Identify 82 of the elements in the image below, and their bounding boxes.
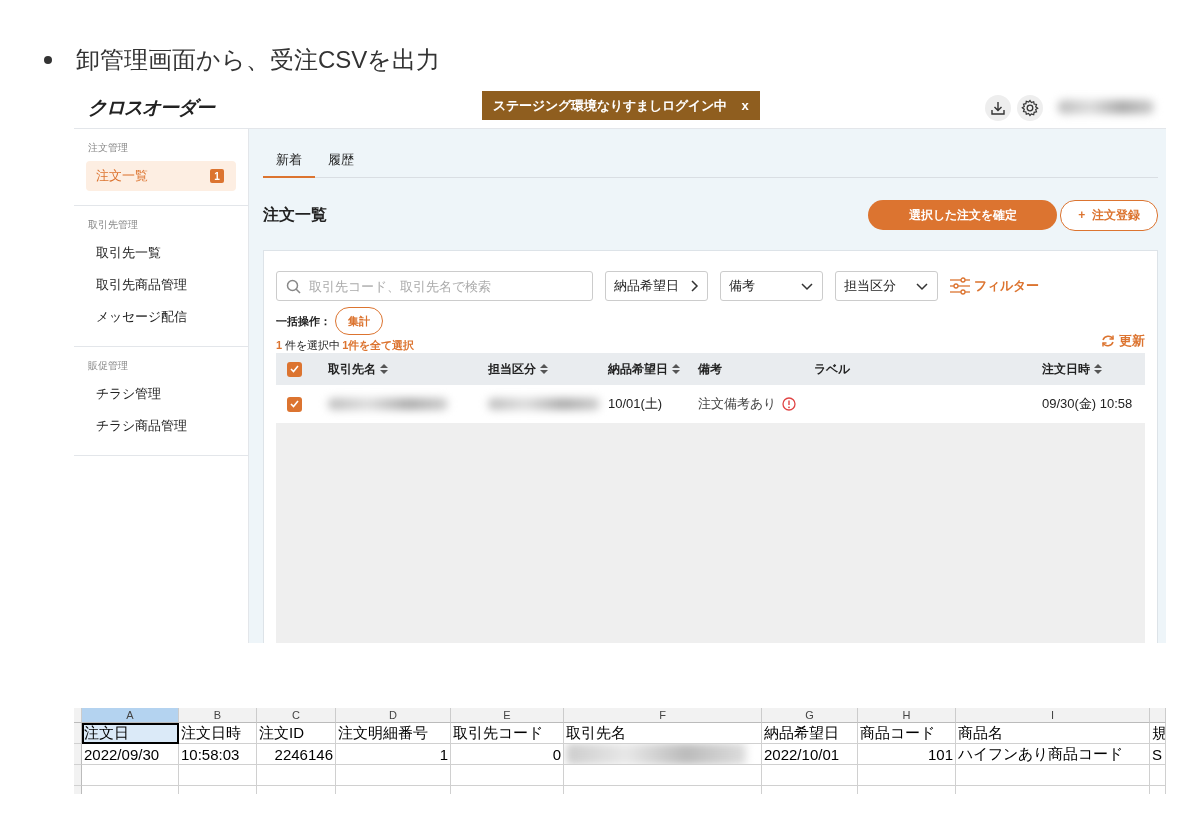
spreadsheet-cell: 商品名 [956,723,1150,744]
sheet-corner[interactable] [74,708,82,723]
sidebar-item-label: メッセージ配信 [96,308,187,326]
column-letter[interactable]: H [858,708,956,723]
column-letter[interactable]: G [762,708,858,723]
sidebar-item-label: 取引先一覧 [96,244,161,262]
spreadsheet-cell: 2246146 [257,744,336,765]
alert-icon [782,397,796,411]
check-icon [290,400,299,408]
chevron-right-icon [689,279,699,293]
column-header[interactable]: 注文日時 [1042,360,1090,378]
spreadsheet-cell: 注文明細番号 [336,723,451,744]
table-cell: 09/30(金) 10:58 [1042,395,1133,413]
selection-status: 1 件を選択中 [276,337,341,353]
sidebar-item[interactable]: チラシ管理 [86,379,236,409]
check-icon [290,365,299,373]
spreadsheet-cell: 取引先コード [451,723,564,744]
sidebar-section-heading: 販促管理 [88,359,129,373]
sidebar-item-label: 注文一覧 [96,167,148,185]
spreadsheet-cell: 101 [858,744,956,765]
table-cell: 注文備考あり [698,395,776,413]
column-header[interactable]: 取引先名 [328,360,376,378]
count-badge: 1 [210,169,224,183]
sidebar-section-heading: 取引先管理 [88,218,139,232]
sidebar-item[interactable]: メッセージ配信 [86,302,236,332]
spreadsheet-cell [1150,765,1166,786]
spreadsheet-cell: 注文ID [257,723,336,744]
tab[interactable]: 新着 [263,143,315,178]
spreadsheet-cell: 注文日 [82,723,179,744]
close-button[interactable]: x [741,98,749,113]
logo: クロスオーダー [88,96,214,120]
filter-dropdown[interactable]: 担当区分 [835,271,938,301]
bullet-dot [44,56,52,64]
page-title: 注文一覧 [263,204,328,225]
spreadsheet-cell: 注文日時 [179,723,257,744]
table-cell: 10/01(土) [608,395,663,413]
chevron-down-icon [915,280,929,292]
search-icon [286,279,301,294]
spreadsheet-cell: 2022/09/30 [82,744,179,765]
sliders-icon [950,277,970,295]
spreadsheet-cell: ハイフンあり商品コード [956,744,1150,765]
chevron-down-icon [800,280,814,292]
checkbox[interactable] [287,396,302,412]
bulk-action-label: 一括操作： [276,313,331,329]
download-icon[interactable] [985,95,1011,121]
spreadsheet-cell: 2022/10/01 [762,744,858,765]
column-letter[interactable]: A [82,708,179,723]
filter-dropdown[interactable]: 納品希望日 [605,271,708,301]
row-header[interactable] [74,723,82,744]
bullet-text: 卸管理画面から、受注CSVを出力 [76,45,441,75]
column-letter[interactable]: I [956,708,1150,723]
spreadsheet-cell: 商品コード [858,723,956,744]
spreadsheet-cell: 納品希望日 [762,723,858,744]
sidebar-item-label: 取引先商品管理 [96,276,187,294]
column-letter[interactable]: D [336,708,451,723]
column-letter[interactable]: F [564,708,762,723]
spreadsheet-cell: 0 [451,744,564,765]
sidebar-item[interactable]: 取引先一覧 [86,238,236,268]
settings-icon[interactable] [1017,95,1043,121]
banner-text: ステージング環境なりすましログイン中 [493,96,728,115]
spreadsheet-cell: S [1150,744,1166,765]
filter-dropdown[interactable]: 備考 [720,271,823,301]
column-header[interactable]: 納品希望日 [608,360,668,378]
column-header[interactable]: 担当区分 [488,360,536,378]
column-header: 備考 [698,360,722,378]
search-field[interactable]: 取引先コード、取引先名で検索 [276,271,593,301]
sidebar-item[interactable]: 取引先商品管理 [86,270,236,300]
refresh-icon [1101,334,1115,348]
row-header[interactable] [74,744,82,765]
column-header: ラベル [814,360,850,378]
checkbox[interactable] [287,361,302,377]
sidebar-item[interactable]: チラシ商品管理 [86,411,236,441]
sidebar-item-label: チラシ商品管理 [96,417,187,435]
column-letter[interactable]: C [257,708,336,723]
column-letter[interactable]: B [179,708,257,723]
tab[interactable]: 履歴 [315,143,367,178]
sidebar-item-label: チラシ管理 [96,385,161,403]
row-header[interactable] [74,765,82,786]
sidebar-section-heading: 注文管理 [88,141,129,155]
column-letter[interactable]: E [451,708,564,723]
spreadsheet-cell: 1 [336,744,451,765]
spreadsheet-cell: 10:58:03 [179,744,257,765]
